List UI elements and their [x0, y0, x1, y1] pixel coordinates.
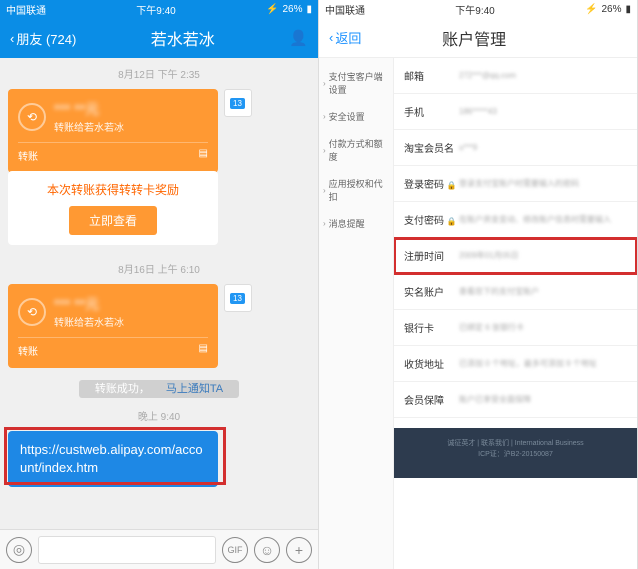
chat-screen: 中国联通 下午9:40 ⚡ 26% ▮ ‹ 朋友 (724) 若水若冰 👤 8月… — [0, 0, 319, 569]
chat-title: 若水若冰 — [76, 26, 289, 50]
row-label: 登录密码 🔒 — [404, 176, 459, 191]
row-label: 淘宝会员名 — [404, 140, 459, 155]
status-time: 下午9:40 — [455, 2, 494, 17]
transfer-amount: *** **元 — [54, 294, 124, 314]
row-value: 已绑定 6 张银行卡 — [459, 322, 627, 333]
sidebar-item[interactable]: 消息提醒 — [319, 210, 393, 237]
status-right: ⚡ 26% ▮ — [585, 4, 631, 15]
chat-nav: ‹ 朋友 (724) 若水若冰 👤 — [0, 18, 318, 58]
view-button[interactable]: 立即查看 — [69, 206, 157, 235]
account-main: 邮箱272***@qq.com手机186*****43淘宝会员名u***9登录密… — [394, 58, 637, 569]
row-label: 注册时间 — [404, 248, 459, 263]
message: ⟲ *** **元 转账给若水若冰 转账▤ 本次转账获得转转卡奖励 立即查看 — [0, 89, 318, 253]
transfer-card[interactable]: ⟲ *** **元 转账给若水若冰 转账▤ — [8, 89, 218, 173]
account-row[interactable]: 会员保障账户已享受全面保障 — [394, 382, 637, 418]
row-value: 登录支付宝账户时需要输入的密码 — [459, 178, 627, 189]
account-row[interactable]: 淘宝会员名u***9 — [394, 130, 637, 166]
row-value: u***9 — [459, 143, 627, 152]
timestamp: 8月16日 上午 6:10 — [0, 253, 318, 284]
transfer-icon: ⟲ — [18, 103, 46, 131]
status-bar: 中国联通 下午9:40 ⚡ 26% ▮ — [319, 0, 637, 18]
person-icon[interactable]: 👤 — [289, 29, 308, 47]
chat-body: 8月12日 下午 2:35 ⟲ *** **元 转账给若水若冰 转账▤ 本次转账… — [0, 58, 318, 529]
account-row[interactable]: 银行卡已绑定 6 张银行卡 — [394, 310, 637, 346]
notify-link[interactable]: 马上通知TA — [158, 380, 231, 398]
account-row[interactable]: 支付密码 🔒在账户资金变动、修改账户信息时需要输入 — [394, 202, 637, 238]
reward-card: 本次转账获得转转卡奖励 立即查看 — [8, 171, 218, 245]
row-label: 邮箱 — [404, 68, 459, 83]
timestamp: 8月12日 下午 2:35 — [0, 58, 318, 89]
carrier: 中国联通 — [325, 2, 365, 17]
status-right: ⚡ 26% ▮ — [266, 4, 312, 15]
gif-icon[interactable]: GIF — [222, 537, 248, 563]
voice-icon[interactable]: ◎ — [6, 537, 32, 563]
status-bar: 中国联通 下午9:40 ⚡ 26% ▮ — [0, 0, 318, 18]
account-screen: 中国联通 下午9:40 ⚡ 26% ▮ ‹ 返回 账户管理 支付宝客户端设置 安… — [319, 0, 638, 569]
transfer-sub: 转账给若水若冰 — [54, 119, 124, 134]
row-label: 银行卡 — [404, 320, 459, 335]
row-value: 272***@qq.com — [459, 71, 627, 80]
row-value: 已添加 0 个地址，最多可添加 9 个地址 — [459, 358, 627, 369]
back-button[interactable]: ‹ 朋友 (724) — [10, 29, 76, 48]
sidebar-item[interactable]: 应用授权和代扣 — [319, 170, 393, 210]
message-input[interactable] — [38, 536, 216, 564]
lock-icon: 🔒 — [447, 217, 457, 226]
row-label: 手机 — [404, 104, 459, 119]
sidebar-item[interactable]: 付款方式和额度 — [319, 130, 393, 170]
sidebar: 支付宝客户端设置 安全设置 付款方式和额度 应用授权和代扣 消息提醒 — [319, 58, 394, 569]
carrier: 中国联通 — [6, 2, 46, 17]
system-message: 转账成功，马上通知TA — [0, 376, 318, 400]
card-icon: ▤ — [199, 148, 208, 163]
avatar[interactable] — [224, 89, 252, 117]
reward-text: 本次转账获得转转卡奖励 — [18, 181, 208, 198]
url-message: https://custweb.alipay.com/account/index… — [0, 431, 318, 495]
account-row[interactable]: 邮箱272***@qq.com — [394, 58, 637, 94]
transfer-card[interactable]: ⟲ *** **元 转账给若水若冰 转账▤ — [8, 284, 218, 368]
row-label: 支付密码 🔒 — [404, 212, 459, 227]
transfer-icon: ⟲ — [18, 298, 46, 326]
status-time: 下午9:40 — [136, 2, 175, 17]
account-body: 支付宝客户端设置 安全设置 付款方式和额度 应用授权和代扣 消息提醒 邮箱272… — [319, 58, 637, 569]
row-label: 会员保障 — [404, 392, 459, 407]
page-title: 账户管理 — [361, 26, 587, 50]
row-value: 账户已享受全面保障 — [459, 394, 627, 405]
account-row[interactable]: 实名账户查看您下的支付宝账户 — [394, 274, 637, 310]
account-row[interactable]: 注册时间2009年01月05日 — [394, 238, 637, 274]
emoji-icon[interactable]: ☺ — [254, 537, 280, 563]
sidebar-item[interactable]: 支付宝客户端设置 — [319, 63, 393, 103]
row-label: 实名账户 — [404, 284, 459, 299]
message: ⟲ *** **元 转账给若水若冰 转账▤ — [0, 284, 318, 376]
input-bar: ◎ GIF ☺ + — [0, 529, 318, 569]
avatar[interactable] — [224, 284, 252, 312]
page-footer: 诚征英才 | 联系我们 | International Business ICP… — [394, 428, 637, 478]
row-label: 收货地址 — [404, 356, 459, 371]
card-icon: ▤ — [199, 343, 208, 358]
account-row[interactable]: 收货地址已添加 0 个地址，最多可添加 9 个地址 — [394, 346, 637, 382]
account-row[interactable]: 手机186*****43 — [394, 94, 637, 130]
sidebar-item[interactable]: 安全设置 — [319, 103, 393, 130]
plus-icon[interactable]: + — [286, 537, 312, 563]
row-value: 在账户资金变动、修改账户信息时需要输入 — [459, 214, 627, 225]
row-value: 186*****43 — [459, 107, 627, 116]
transfer-sub: 转账给若水若冰 — [54, 314, 124, 329]
back-button[interactable]: ‹ 返回 — [329, 28, 361, 47]
row-value: 查看您下的支付宝账户 — [459, 286, 627, 297]
highlight-box — [4, 427, 226, 485]
transfer-amount: *** **元 — [54, 99, 124, 119]
lock-icon: 🔒 — [447, 181, 457, 190]
account-nav: ‹ 返回 账户管理 — [319, 18, 637, 58]
account-row[interactable]: 登录密码 🔒登录支付宝账户时需要输入的密码 — [394, 166, 637, 202]
row-value: 2009年01月05日 — [459, 250, 627, 261]
